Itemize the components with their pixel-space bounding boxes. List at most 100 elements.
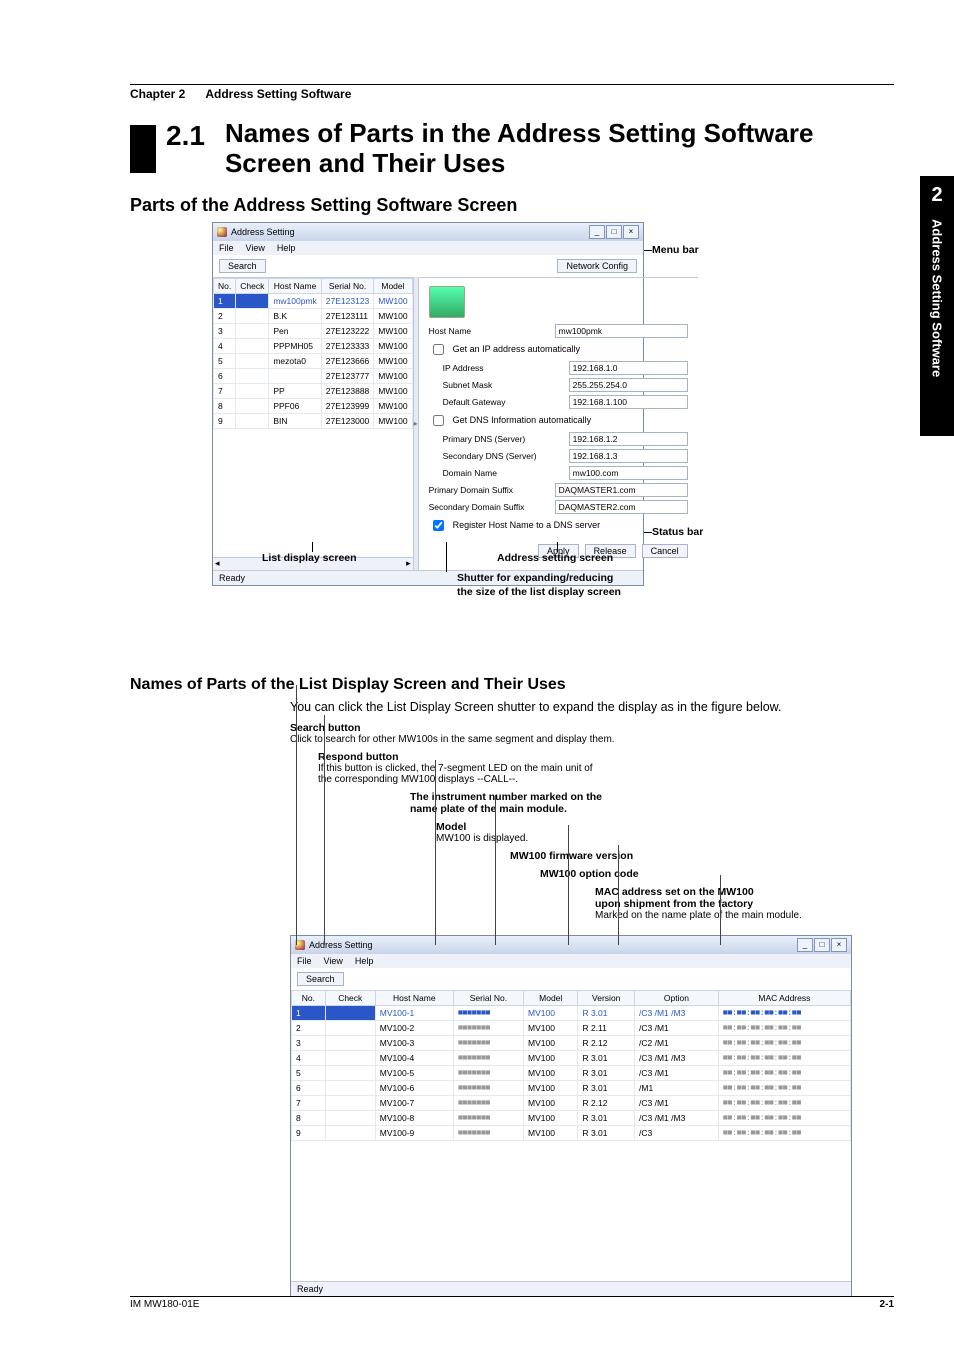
address-setting-window-2: Address Setting _ □ × File View Help Sea… bbox=[290, 935, 852, 1297]
section-number: 2.1 bbox=[166, 119, 205, 153]
table-row[interactable]: 4PPPMH0527E123333MW100 bbox=[214, 338, 413, 353]
col2-mac[interactable]: MAC Address bbox=[718, 990, 850, 1005]
mask-label: Subnet Mask bbox=[443, 380, 563, 390]
legend-option: MW100 option code bbox=[540, 868, 950, 880]
footer-page-number: 2-1 bbox=[880, 1299, 894, 1310]
legend-respond-desc2: the corresponding MW100 displays --CALL-… bbox=[318, 774, 950, 785]
section-marker bbox=[130, 125, 156, 173]
table-row[interactable]: 7MV100-7■■■■■■■MV100R 2.12/C3 /M1■■:■■:■… bbox=[292, 1095, 851, 1110]
register-host-checkbox[interactable] bbox=[433, 520, 444, 531]
col2-option[interactable]: Option bbox=[635, 990, 719, 1005]
body-text-1: You can click the List Display Screen sh… bbox=[290, 700, 894, 714]
col2-check[interactable]: Check bbox=[325, 990, 375, 1005]
device-icon bbox=[429, 286, 465, 318]
col-serial[interactable]: Serial No. bbox=[321, 278, 374, 293]
menu-view[interactable]: View bbox=[246, 243, 265, 253]
secondary-suffix-label: Secondary Domain Suffix bbox=[429, 502, 549, 512]
ip-label: IP Address bbox=[443, 363, 563, 373]
auto-dns-checkbox[interactable] bbox=[433, 415, 444, 426]
table-row[interactable]: 5MV100-5■■■■■■■MV100R 3.01/C3 /M1■■:■■:■… bbox=[292, 1065, 851, 1080]
col2-model[interactable]: Model bbox=[524, 990, 578, 1005]
menu-bar: File View Help bbox=[213, 241, 643, 255]
cancel-button[interactable]: Cancel bbox=[642, 544, 688, 558]
domain-label: Domain Name bbox=[443, 468, 563, 478]
legend-search-title: Search button bbox=[290, 722, 950, 734]
status-text: Ready bbox=[219, 573, 245, 583]
gateway-input[interactable] bbox=[569, 395, 688, 409]
maximize-button-2[interactable]: □ bbox=[814, 938, 830, 952]
hostname-input[interactable] bbox=[555, 324, 688, 338]
secondary-dns-input[interactable] bbox=[569, 449, 688, 463]
primary-suffix-label: Primary Domain Suffix bbox=[429, 485, 549, 495]
secondary-suffix-input[interactable] bbox=[555, 500, 688, 514]
minimize-button[interactable]: _ bbox=[589, 225, 605, 239]
table-row[interactable]: 6MV100-6■■■■■■■MV100R 3.01/M1■■:■■:■■:■■… bbox=[292, 1080, 851, 1095]
legend-search-desc: Click to search for other MW100s in the … bbox=[290, 734, 950, 745]
legend-model-title: Model bbox=[436, 821, 950, 833]
table-row[interactable]: 4MV100-4■■■■■■■MV100R 3.01/C3 /M1 /M3■■:… bbox=[292, 1050, 851, 1065]
search-button-2[interactable]: Search bbox=[297, 972, 344, 986]
register-host-label: Register Host Name to a DNS server bbox=[453, 520, 601, 530]
window-titlebar-2: Address Setting _ □ × bbox=[291, 936, 851, 954]
gateway-label: Default Gateway bbox=[443, 397, 563, 407]
minimize-button-2[interactable]: _ bbox=[797, 938, 813, 952]
col-model[interactable]: Model bbox=[374, 278, 412, 293]
col-check[interactable]: Check bbox=[236, 278, 269, 293]
side-tab: 2 Address Setting Software bbox=[920, 176, 954, 436]
close-button[interactable]: × bbox=[623, 225, 639, 239]
menu-file-2[interactable]: File bbox=[297, 956, 312, 966]
mask-input[interactable] bbox=[569, 378, 688, 392]
legend-respond-title: Respond button bbox=[318, 751, 950, 763]
maximize-button[interactable]: □ bbox=[606, 225, 622, 239]
table-row[interactable]: 8MV100-8■■■■■■■MV100R 3.01/C3 /M1 /M3■■:… bbox=[292, 1110, 851, 1125]
status-text-2: Ready bbox=[297, 1284, 323, 1294]
table-row[interactable]: 5mezota027E123666MW100 bbox=[214, 353, 413, 368]
auto-ip-checkbox[interactable] bbox=[433, 344, 444, 355]
device-list-table-2[interactable]: No. Check Host Name Serial No. Model Ver… bbox=[291, 990, 851, 1141]
secondary-dns-label: Secondary DNS (Server) bbox=[443, 451, 563, 461]
table-row[interactable]: 1MV100-1■■■■■■■MV100R 3.01/C3 /M1 /M3■■:… bbox=[292, 1005, 851, 1020]
table-row[interactable]: 9BIN27E123000MW100 bbox=[214, 413, 413, 428]
ip-input[interactable] bbox=[569, 361, 688, 375]
address-setting-window: Address Setting _ □ × File View Help Sea… bbox=[212, 222, 644, 586]
table-row[interactable]: 3MV100-3■■■■■■■MV100R 2.12/C2 /M1■■:■■:■… bbox=[292, 1035, 851, 1050]
annot-address-screen: Address setting screen bbox=[497, 552, 613, 564]
annot-shutter-2: the size of the list display screen bbox=[457, 586, 621, 598]
menu-file[interactable]: File bbox=[219, 243, 234, 253]
col-no[interactable]: No. bbox=[214, 278, 236, 293]
legend-mac-1: MAC address set on the MW100 bbox=[595, 886, 950, 898]
table-row[interactable]: 3Pen27E123222MW100 bbox=[214, 323, 413, 338]
col-host[interactable]: Host Name bbox=[269, 278, 321, 293]
device-list-table[interactable]: No. Check Host Name Serial No. Model 1mw… bbox=[213, 278, 413, 429]
annot-menubar: Menu bar bbox=[652, 244, 699, 256]
menu-help[interactable]: Help bbox=[277, 243, 296, 253]
menu-help-2[interactable]: Help bbox=[355, 956, 374, 966]
side-tab-number: 2 bbox=[931, 184, 942, 207]
col2-no[interactable]: No. bbox=[292, 990, 326, 1005]
primary-dns-input[interactable] bbox=[569, 432, 688, 446]
section-title: Names of Parts in the Address Setting So… bbox=[225, 119, 894, 179]
col2-version[interactable]: Version bbox=[578, 990, 635, 1005]
auto-dns-label: Get DNS Information automatically bbox=[453, 415, 592, 425]
window-title: Address Setting bbox=[231, 227, 295, 237]
close-button-2[interactable]: × bbox=[831, 938, 847, 952]
legend-mac-2: upon shipment from the factory bbox=[595, 898, 950, 910]
table-row[interactable]: 9MV100-9■■■■■■■MV100R 3.01/C3■■:■■:■■:■■… bbox=[292, 1125, 851, 1140]
annot-list-screen: List display screen bbox=[262, 552, 357, 564]
table-row[interactable]: 2B.K27E123111MW100 bbox=[214, 308, 413, 323]
search-button[interactable]: Search bbox=[219, 259, 266, 273]
domain-input[interactable] bbox=[569, 466, 688, 480]
table-row[interactable]: 8PPF0627E123999MW100 bbox=[214, 398, 413, 413]
col2-host[interactable]: Host Name bbox=[375, 990, 453, 1005]
primary-suffix-input[interactable] bbox=[555, 483, 688, 497]
table-row[interactable]: 627E123777MW100 bbox=[214, 368, 413, 383]
annot-shutter-1: Shutter for expanding/reducing bbox=[457, 572, 613, 584]
network-config-button[interactable]: Network Config bbox=[557, 259, 637, 273]
menu-view-2[interactable]: View bbox=[324, 956, 343, 966]
table-row[interactable]: 1mw100pmk27E123123MW100 bbox=[214, 293, 413, 308]
table-row[interactable]: 2MV100-2■■■■■■■MV100R 2.11/C3 /M1■■:■■:■… bbox=[292, 1020, 851, 1035]
table-row[interactable]: 7PP27E123888MW100 bbox=[214, 383, 413, 398]
legend-respond-desc1: If this button is clicked, the 7-segment… bbox=[318, 763, 950, 774]
col2-serial[interactable]: Serial No. bbox=[453, 990, 523, 1005]
list-display-pane: No. Check Host Name Serial No. Model 1mw… bbox=[213, 277, 413, 570]
